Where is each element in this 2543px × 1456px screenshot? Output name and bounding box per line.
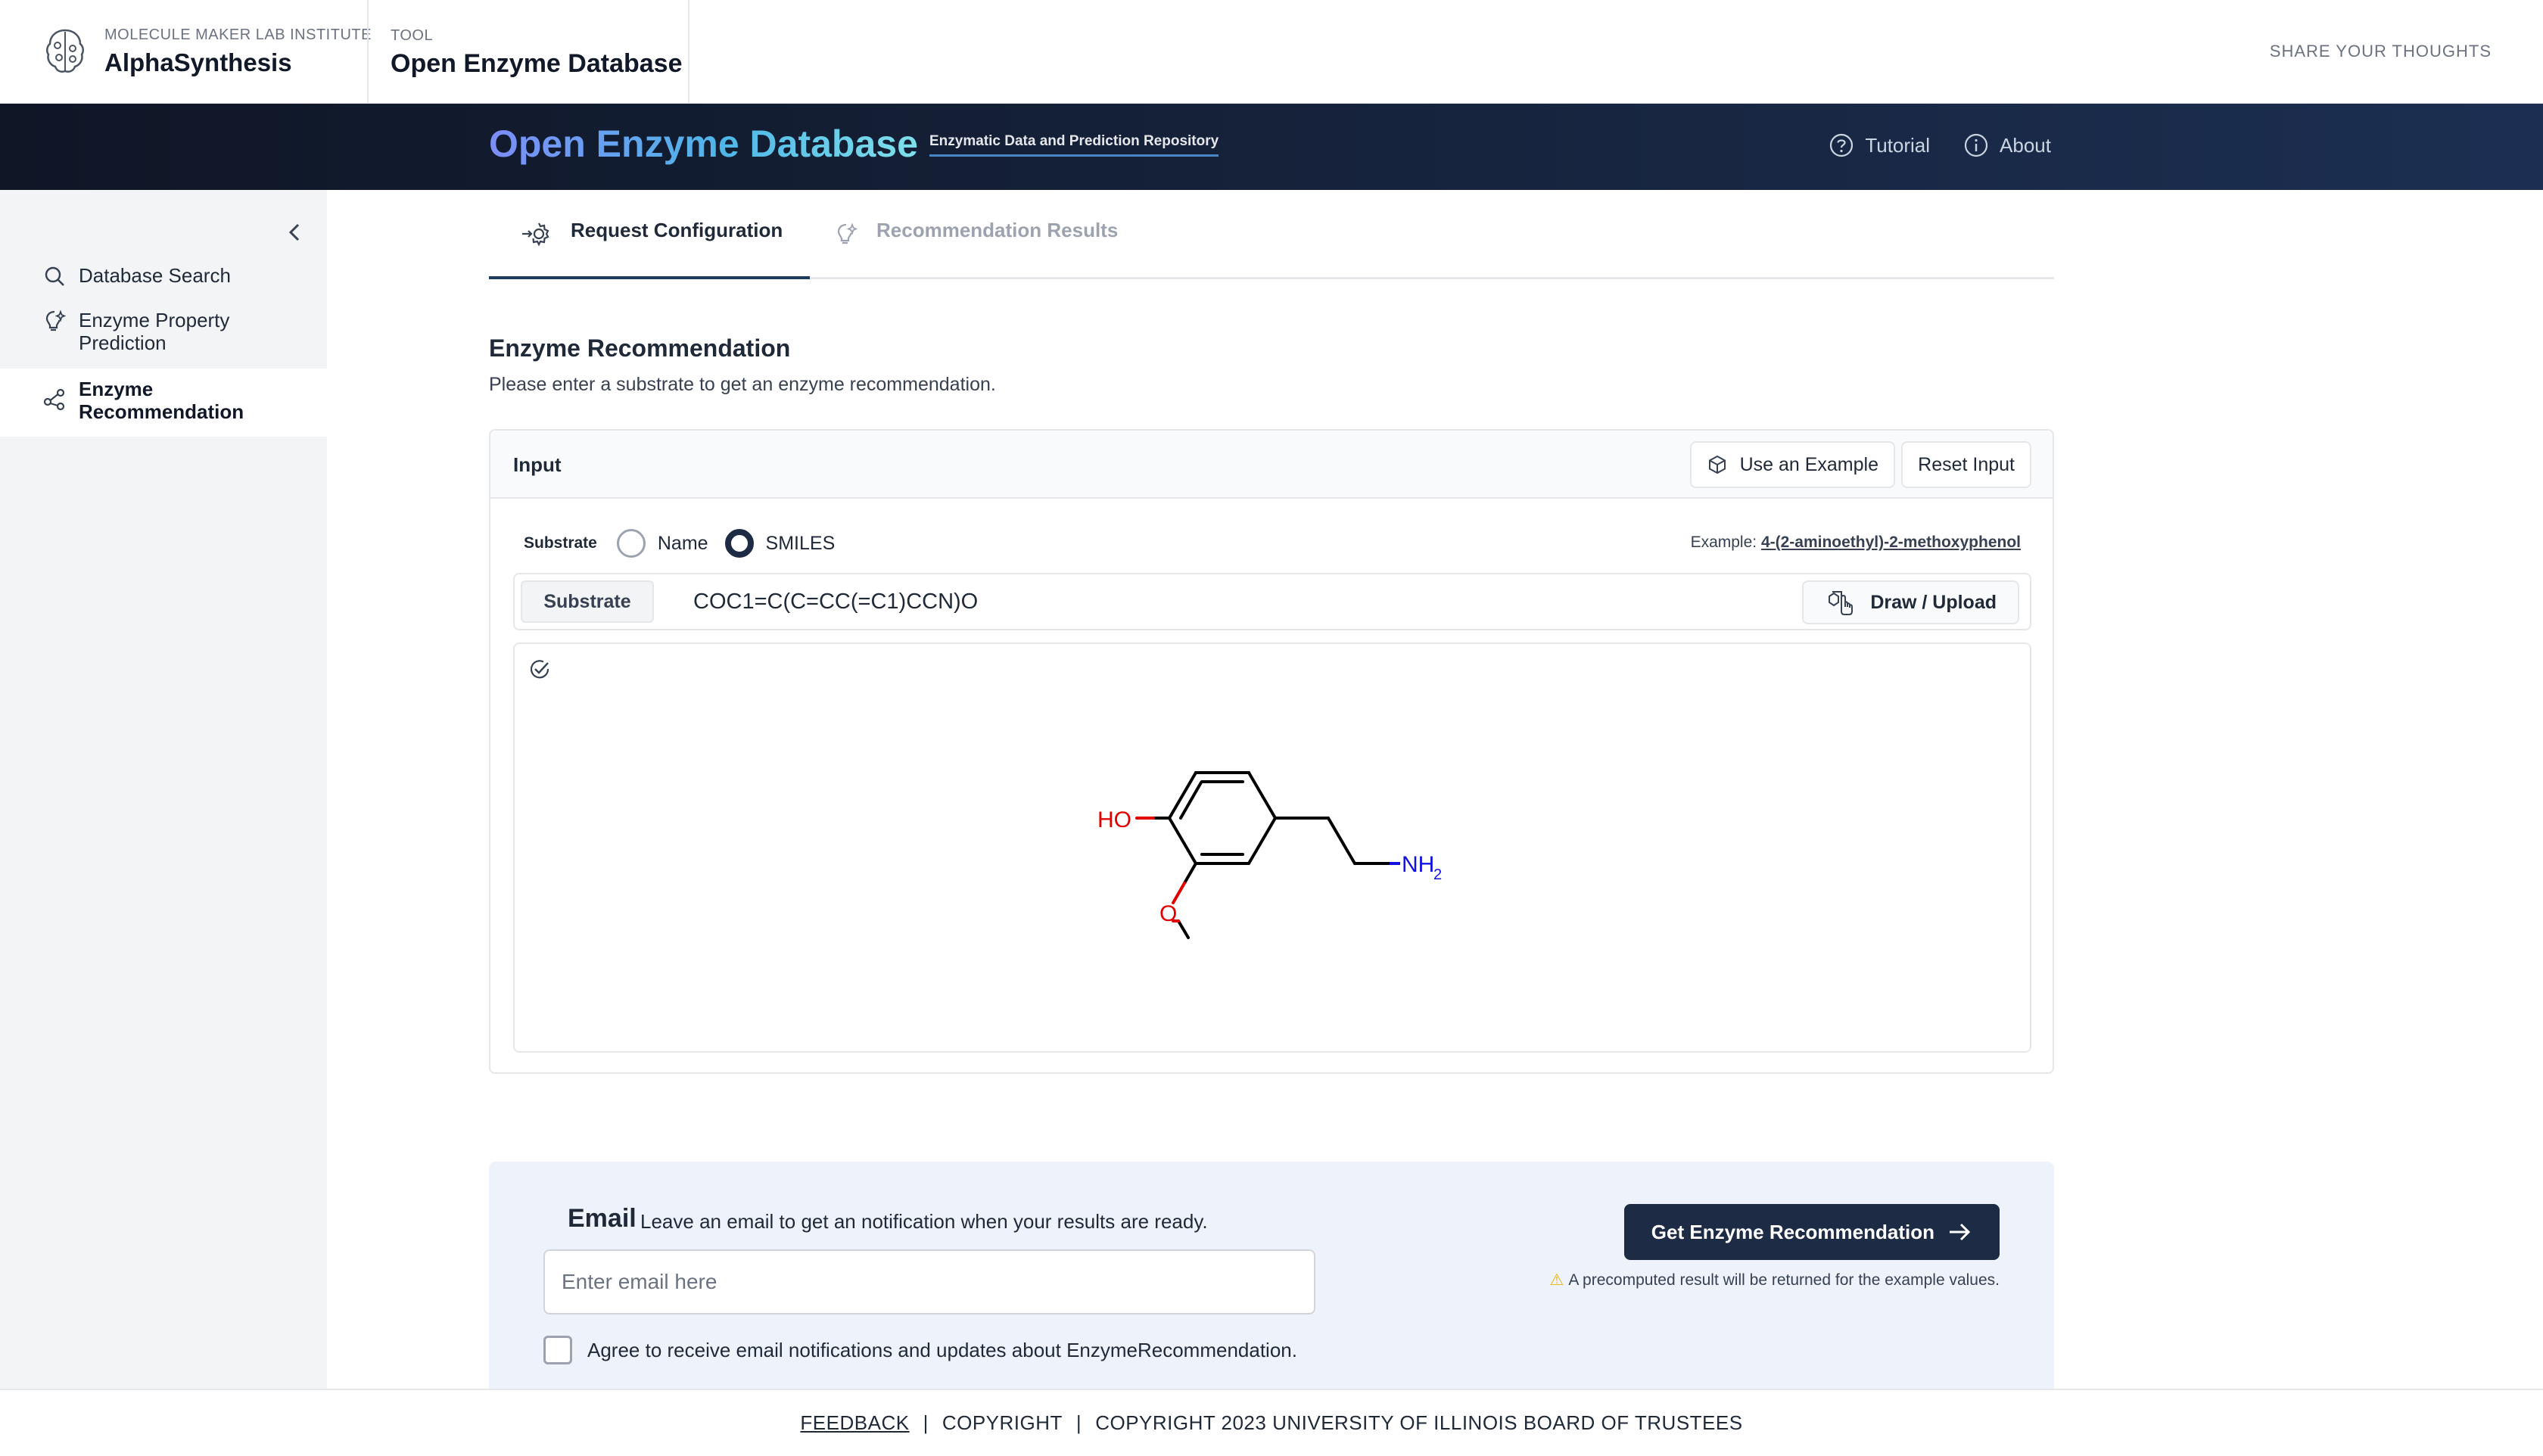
footer-separator: | [923,1411,929,1434]
use-example-label: Use an Example [1739,453,1878,475]
search-icon [45,266,64,286]
footer: FEEDBACK | COPYRIGHT | COPYRIGHT 2023 UN… [0,1389,2543,1456]
input-card-header: Input Use an Example Reset Input [490,431,2053,499]
get-enzyme-recommendation-button[interactable]: Get Enzyme Recommendation [1623,1204,2000,1260]
substrate-type-radio-group: Substrate Name SMILES [524,529,835,558]
sidebar-item-label: Enzyme Recommendation [79,378,244,423]
agree-checkbox[interactable] [543,1336,572,1364]
tab-recommendation-results[interactable]: Recommendation Results [834,219,1118,279]
about-label: About [2000,133,2051,157]
precomputed-note: ⚠ A precomputed result will be returned f… [1550,1271,2000,1290]
example-prefix: Example: [1690,534,1757,551]
email-input[interactable] [543,1249,1315,1314]
sidebar-item-enzyme-property-prediction[interactable]: Enzyme Property Prediction [0,309,327,365]
tutorial-label: Tutorial [1865,133,1931,157]
tutorial-link[interactable]: Tutorial [1829,132,1930,158]
about-link[interactable]: About [1963,132,2051,158]
info-circle-icon [1964,133,1988,157]
email-description: Leave an email to get an notification wh… [640,1210,1208,1233]
sidebar-item-label: Database Search [79,264,231,287]
example-hint: Example: 4-(2-aminoethyl)-2-methoxypheno… [1691,534,2021,552]
input-card: Input Use an Example Reset Input Substra… [489,429,2054,1074]
gear-arrow-icon [522,222,549,247]
molecule-viewer: HO O NH 2 [513,642,2031,1053]
brand-name: AlphaSynthesis [104,48,292,76]
radio-name[interactable] [616,529,646,558]
sidebar-item-label: Enzyme Property Prediction [79,309,230,354]
amine-label: NH [1402,852,1434,877]
lightbulb-icon [45,310,67,331]
draw-upload-button[interactable]: Draw / Upload [1802,580,2019,624]
draw-upload-label: Draw / Upload [1870,591,1997,613]
check-circle-icon[interactable] [528,658,551,680]
warning-icon: ⚠ [1549,1271,1564,1289]
draw-upload-icon [1829,591,1854,615]
molecule-structure: HO O NH 2 [1097,771,1442,939]
institute-label: MOLECULE MAKER LAB INSTITUTE [104,26,372,43]
hydroxyl-label: HO [1097,807,1131,832]
substrate-input-group: Substrate Draw / Upload [513,573,2031,630]
submit-label: Get Enzyme Recommendation [1651,1220,1934,1243]
use-example-button[interactable]: Use an Example [1689,441,1895,488]
footer-separator: | [1075,1411,1082,1434]
smiles-input[interactable] [693,590,1677,614]
radio-name-label: Name [657,532,708,554]
cube-icon [1708,455,1726,474]
copyright-text: COPYRIGHT 2023 UNIVERSITY OF ILLINOIS BO… [1095,1411,1743,1434]
agree-checkbox-row[interactable]: Agree to receive email notifications and… [543,1336,1297,1364]
brand[interactable]: MOLECULE MAKER LAB INSTITUTE AlphaSynthe… [42,24,372,79]
substrate-addon: Substrate [521,580,654,623]
precomputed-note-text: A precomputed result will be returned fo… [1568,1271,2000,1289]
hero-subtitle: Enzymatic Data and Prediction Repository [929,133,1219,157]
sidebar-item-database-search[interactable]: Database Search [0,264,327,294]
brain-logo-icon [46,29,84,73]
tab-label: Request Configuration [571,219,783,241]
arrow-right-icon [1950,1223,1971,1241]
input-card-label: Input [513,453,562,476]
reset-input-label: Reset Input [1918,453,2015,475]
top-bar: MOLECULE MAKER LAB INSTITUTE AlphaSynthe… [0,0,2543,104]
amine-subscript: 2 [1433,866,1442,883]
tab-bar: Request Configuration Recommendation Res… [489,190,2054,279]
radio-smiles[interactable] [724,529,754,558]
section-subtitle: Please enter a substrate to get an enzym… [489,374,996,395]
tab-request-configuration[interactable]: Request Configuration [519,219,783,279]
tool-title[interactable]: TOOL Open Enzyme Database [391,27,682,79]
sidebar: Database Search Enzyme Property Predicti… [0,190,327,1389]
share-thoughts-link[interactable]: SHARE YOUR THOUGHTS [2270,42,2492,61]
feedback-link[interactable]: FEEDBACK [800,1411,909,1435]
radio-smiles-label: SMILES [765,532,836,554]
chevron-left-icon[interactable] [282,219,309,246]
agree-label: Agree to receive email notifications and… [587,1338,1297,1361]
substrate-type-label: Substrate [524,534,597,552]
tool-name: Open Enzyme Database [391,49,683,78]
header-divider [367,0,369,104]
email-panel: Email Leave an email to get an notificat… [489,1162,2054,1389]
hero-banner: Open Enzyme Database Enzymatic Data and … [0,104,2543,190]
sidebar-item-enzyme-recommendation[interactable]: Enzyme Recommendation [0,369,327,437]
header-divider [688,0,689,104]
oxygen-label: O [1159,901,1177,926]
lightbulb-icon [837,222,858,244]
reset-input-button[interactable]: Reset Input [1901,441,2031,488]
email-label: Email [568,1204,637,1233]
share-nodes-icon [43,388,65,411]
hero-title: Open Enzyme Database [489,123,918,165]
copyright-link[interactable]: COPYRIGHT [942,1411,1063,1435]
question-circle-icon [1830,133,1854,157]
tab-label: Recommendation Results [876,219,1119,241]
section-title: Enzyme Recommendation [489,334,791,362]
tool-label: TOOL [391,27,434,44]
example-link[interactable]: 4-(2-aminoethyl)-2-methoxyphenol [1761,534,2021,551]
active-tab-indicator [489,276,810,279]
